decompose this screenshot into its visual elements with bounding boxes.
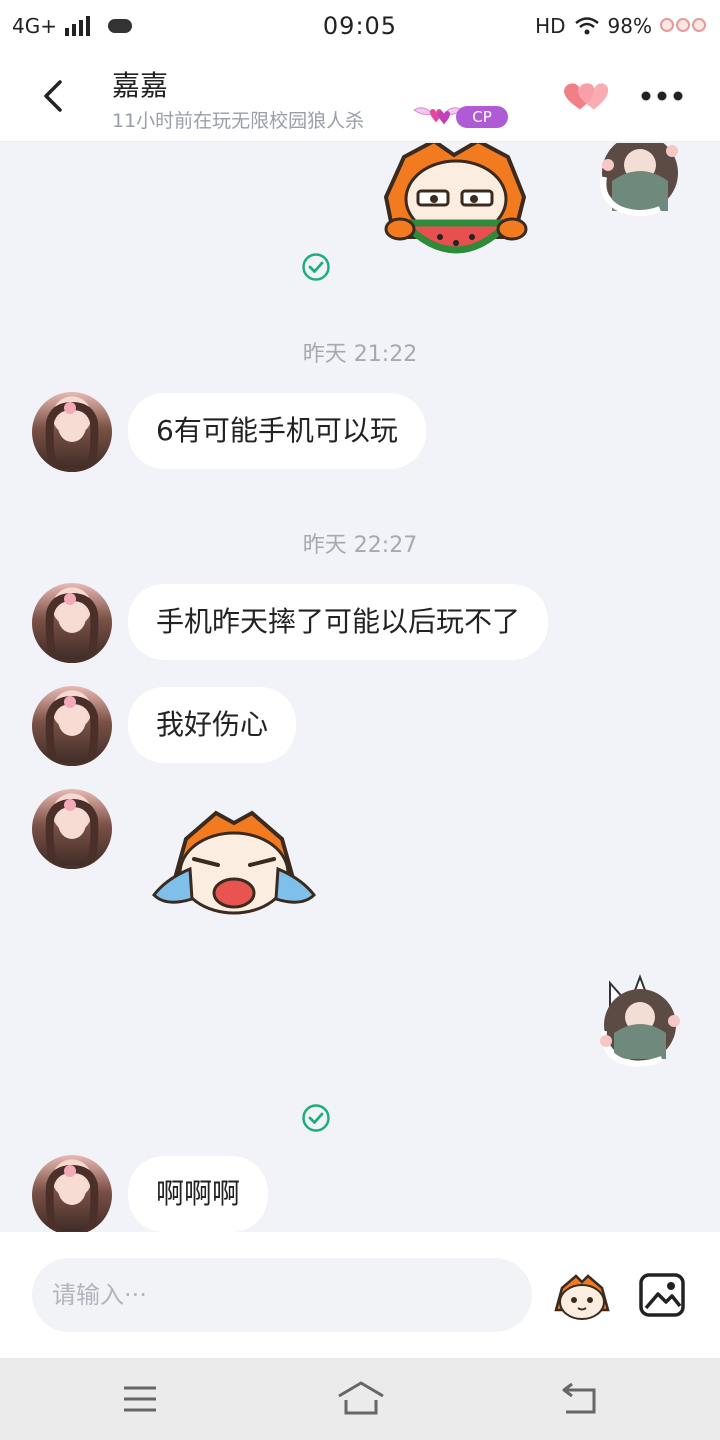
message-input[interactable] (32, 1258, 532, 1332)
contact-status: 11小时前在玩无限校园狼人杀 (112, 110, 365, 132)
sent-check-icon (302, 253, 330, 281)
intimacy-hearts-icon[interactable] (560, 78, 610, 114)
battery-percent: 98% (607, 14, 652, 38)
self-avatar[interactable] (590, 143, 690, 221)
chat-header: 嘉嘉 11小时前在玩无限校园狼人杀 CP (0, 52, 720, 142)
chat-area[interactable]: 昨天 21:22 6有可能手机可以玩 昨天 22:27 手机昨天摔了可能以后玩不… (0, 143, 720, 1232)
cp-badge[interactable]: CP (410, 104, 510, 130)
contact-avatar[interactable] (32, 392, 112, 472)
cat-crying-sticker[interactable] (146, 799, 322, 929)
status-time: 09:05 (322, 12, 398, 40)
timestamp: 昨天 21:22 (302, 342, 418, 367)
self-avatar[interactable] (590, 969, 690, 1069)
contact-avatar[interactable] (32, 1155, 112, 1232)
cp-label: CP (456, 106, 508, 128)
cloud-icon (107, 19, 132, 33)
timestamp: 昨天 22:27 (302, 533, 418, 558)
message-bubble[interactable]: 手机昨天摔了可能以后玩不了 (128, 584, 549, 660)
back-arrow-icon[interactable] (36, 76, 72, 116)
image-picker-icon[interactable] (638, 1272, 686, 1318)
battery-icon (660, 18, 708, 34)
status-bar: 4G+ 09:05 HD 98% (0, 0, 720, 52)
status-left: 4G+ (12, 14, 272, 38)
message-bubble[interactable]: 我好伤心 (128, 687, 297, 763)
sent-check-icon (302, 1104, 330, 1132)
status-right: HD 98% (448, 14, 708, 38)
sticker-emoji-icon[interactable] (552, 1270, 612, 1322)
signal-icon (64, 16, 90, 36)
contact-name[interactable]: 嘉嘉 (112, 64, 168, 104)
system-nav-bar (0, 1358, 720, 1440)
message-bubble[interactable]: 啊啊啊 (128, 1156, 269, 1232)
recent-apps-icon[interactable] (122, 1384, 158, 1414)
cat-watermelon-sticker[interactable] (374, 143, 538, 271)
network-label: 4G+ (12, 14, 57, 38)
contact-avatar[interactable] (32, 583, 112, 663)
more-options-icon[interactable] (640, 90, 684, 102)
input-bar (0, 1232, 720, 1358)
message-bubble[interactable]: 6有可能手机可以玩 (128, 393, 426, 469)
wifi-icon (574, 17, 599, 35)
contact-avatar[interactable] (32, 686, 112, 766)
home-icon[interactable] (336, 1380, 386, 1416)
hd-label: HD (535, 14, 566, 38)
contact-avatar[interactable] (32, 789, 112, 869)
nav-back-icon[interactable] (558, 1382, 598, 1416)
